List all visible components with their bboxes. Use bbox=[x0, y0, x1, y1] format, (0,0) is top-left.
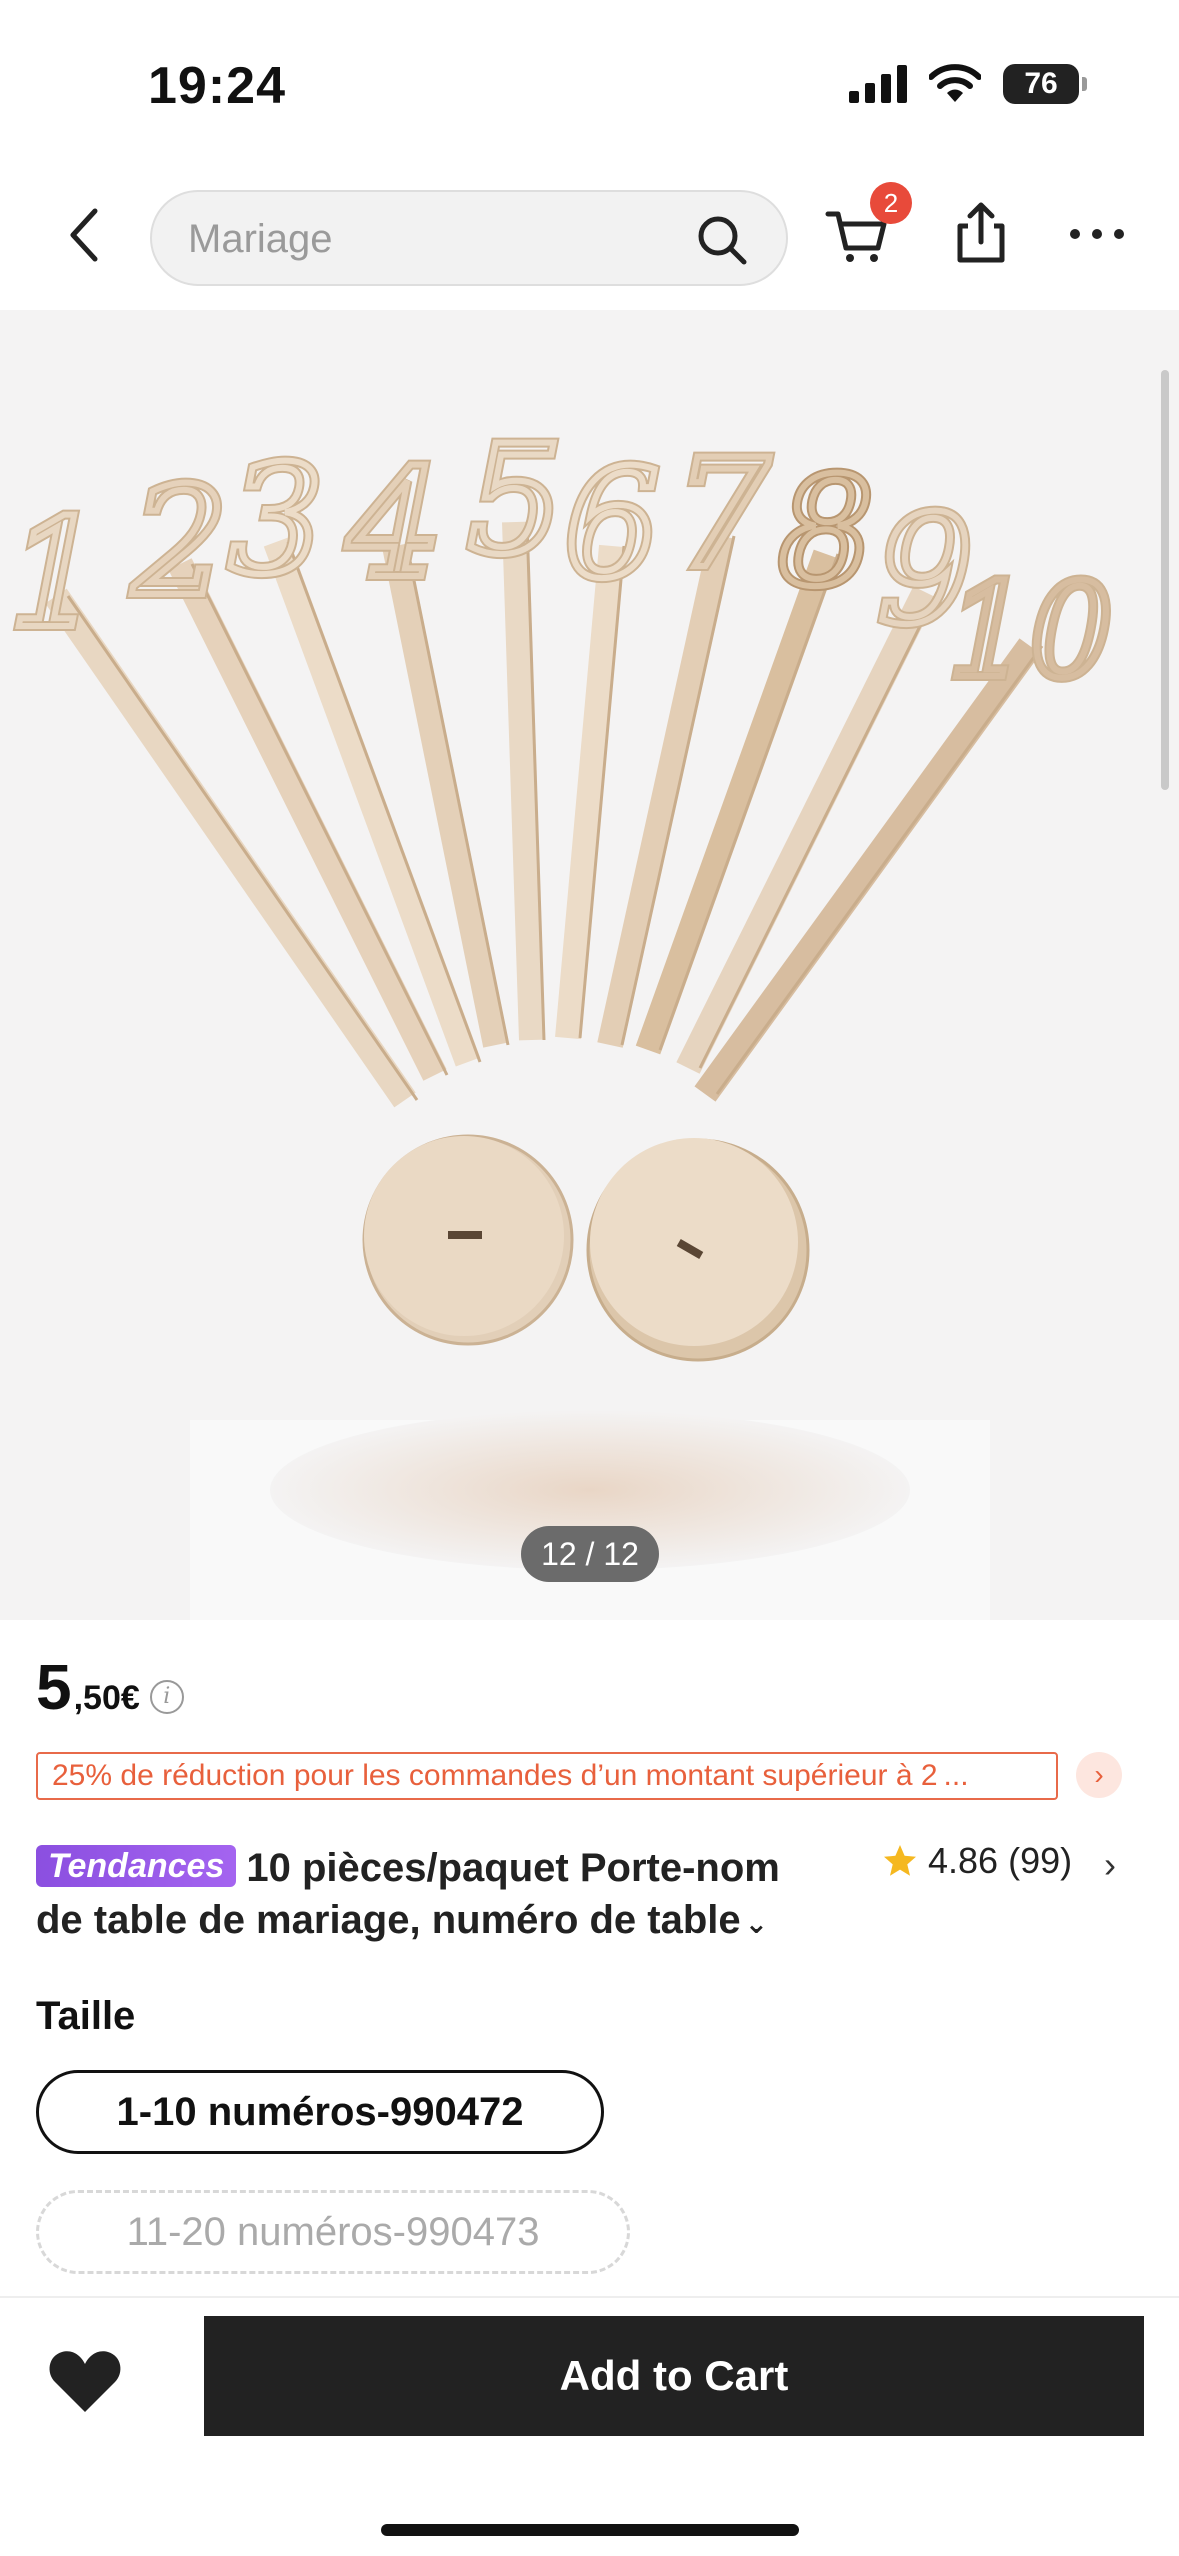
home-indicator bbox=[381, 2524, 799, 2536]
back-button[interactable] bbox=[50, 200, 120, 270]
top-nav-bar: Mariage 2 bbox=[0, 170, 1179, 310]
number-stick-digit: 8 bbox=[778, 446, 873, 620]
promo-banner[interactable]: 25% de réduction pour les commandes d’un… bbox=[36, 1752, 1058, 1800]
number-stick-digit: 6 bbox=[564, 438, 659, 612]
size-label: Taille bbox=[36, 1994, 136, 2038]
more-options-icon[interactable] bbox=[1062, 198, 1132, 268]
number-stick bbox=[555, 544, 625, 1040]
number-stick-digit: 3 bbox=[228, 434, 323, 608]
heart-icon[interactable] bbox=[46, 2342, 124, 2420]
rating[interactable]: 4.86 (99) bbox=[882, 1840, 1072, 1882]
chevron-right-icon[interactable]: › bbox=[1104, 1844, 1116, 1886]
add-to-cart-button[interactable]: Add to Cart bbox=[204, 2316, 1144, 2436]
product-image-gallery[interactable]: 1 1 2 2 3 3 4 4 5 5 6 6 7 7 8 8 9 9 10 10 12 / 12 bbox=[0, 310, 1179, 1620]
size-option-selected[interactable]: 1-10 numéros-990472 bbox=[36, 2070, 604, 2154]
price: 5 ,50€ i bbox=[36, 1650, 184, 1724]
share-icon[interactable] bbox=[946, 198, 1016, 268]
number-stick-digit: 10 bbox=[947, 555, 1112, 707]
search-placeholder: Mariage bbox=[188, 217, 333, 261]
status-icons: 76 bbox=[849, 64, 1087, 104]
number-stick-digit: 2 bbox=[131, 456, 227, 630]
gallery-scrollbar bbox=[1161, 370, 1169, 790]
search-icon[interactable] bbox=[694, 212, 750, 268]
battery-level: 76 bbox=[1024, 67, 1058, 100]
rating-count: (99) bbox=[1008, 1840, 1073, 1881]
image-counter: 12 / 12 bbox=[521, 1526, 659, 1582]
product-title[interactable]: Tendances 10 pièces/paquet Porte-nom de t… bbox=[36, 1842, 836, 1950]
size-option-unavailable[interactable]: 11-20 numéros-990473 bbox=[36, 2190, 630, 2274]
battery-icon: 76 bbox=[1003, 64, 1087, 104]
rating-value: 4.86 bbox=[928, 1840, 999, 1881]
chevron-left-icon bbox=[70, 208, 98, 262]
bottom-action-bar: Add to Cart bbox=[0, 2296, 1179, 2556]
status-bar: 19:24 76 bbox=[0, 0, 1179, 170]
trend-badge: Tendances bbox=[36, 1845, 237, 1887]
info-icon[interactable]: i bbox=[149, 1679, 184, 1714]
number-stick-digit: 1 bbox=[8, 488, 103, 662]
chevron-down-icon[interactable]: ⌄ bbox=[745, 1908, 768, 1939]
wifi-icon bbox=[929, 64, 981, 102]
round-bases bbox=[362, 1134, 810, 1362]
chevron-right-icon[interactable]: › bbox=[1076, 1752, 1122, 1798]
price-integer: 5 bbox=[36, 1651, 72, 1723]
number-stick-digit: 7 bbox=[674, 428, 770, 602]
number-stick-digit: 5 bbox=[467, 414, 562, 588]
star-icon bbox=[884, 1845, 916, 1876]
product-image: 11 22 33 44 55 66 77 88 991010 bbox=[3, 409, 1118, 1620]
cart-count-badge: 2 bbox=[870, 182, 912, 224]
cellular-signal-icon bbox=[849, 65, 907, 103]
price-decimal: ,50€ bbox=[73, 1679, 140, 1717]
number-stick-digit: 4 bbox=[346, 438, 442, 612]
search-input[interactable]: Mariage bbox=[150, 190, 788, 286]
status-time: 19:24 bbox=[148, 57, 286, 115]
